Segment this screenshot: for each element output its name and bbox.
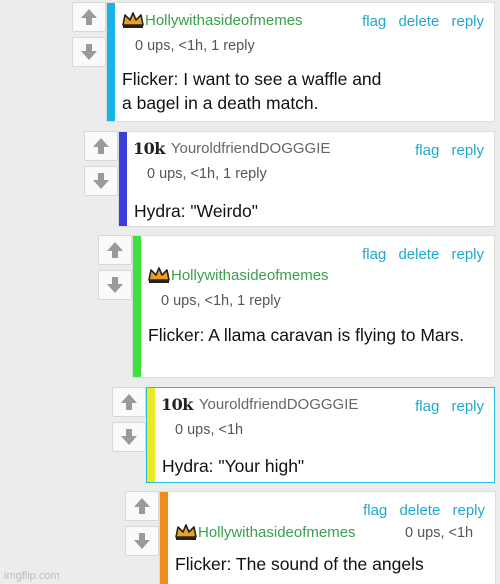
comment-meta: 0 ups, <1h, 1 reply — [135, 38, 255, 54]
downvote-button[interactable] — [125, 526, 159, 556]
comment-author[interactable]: Hollywithasideofmemes — [121, 11, 303, 29]
comment-meta: 0 ups, <1h — [175, 422, 244, 438]
delete-link[interactable]: delete — [398, 246, 439, 263]
comment-actions: flag reply — [407, 142, 484, 159]
vote-controls — [84, 131, 120, 196]
upvote-button[interactable] — [125, 491, 159, 521]
comment-author[interactable]: Hollywithasideofmemes — [147, 266, 329, 284]
down-arrow-icon — [107, 277, 123, 293]
comment-card: flag delete reply Hollywithasideofmemes … — [159, 491, 496, 584]
comment-text: Flicker: A llama caravan is flying to Ma… — [148, 325, 465, 345]
comment-author[interactable]: Hollywithasideofmemes — [174, 523, 356, 541]
watermark: imgflip.com — [4, 570, 60, 582]
comment-author[interactable]: 10k YouroldfriendDOGGGIE — [161, 395, 358, 414]
reply-link[interactable]: reply — [451, 142, 484, 159]
upvote-button[interactable] — [98, 235, 132, 265]
thread-level-bar — [133, 236, 141, 377]
thread-level-bar — [147, 388, 155, 482]
comment-card: flag reply 10k YouroldfriendDOGGGIE 0 up… — [146, 387, 495, 483]
up-arrow-icon — [81, 9, 97, 25]
crown-icon — [147, 266, 171, 284]
vote-controls — [125, 491, 161, 556]
comment-card: flag reply 10k YouroldfriendDOGGGIE 0 up… — [118, 131, 495, 227]
reply-link[interactable]: reply — [452, 502, 485, 519]
10k-badge: 10k — [133, 139, 165, 158]
down-arrow-icon — [134, 533, 150, 549]
comment-actions: flag delete reply — [354, 246, 484, 263]
comment-text: Flicker: I want to see a waffle and a ba… — [122, 69, 382, 113]
thread-level-bar — [107, 3, 115, 121]
downvote-button[interactable] — [84, 166, 118, 196]
up-arrow-icon — [93, 138, 109, 154]
comment-actions: flag delete reply — [354, 13, 484, 30]
author-name[interactable]: Hollywithasideofmemes — [171, 267, 329, 284]
flag-link[interactable]: flag — [415, 142, 439, 159]
flag-link[interactable]: flag — [415, 398, 439, 415]
comment-text: Hydra: "Your high" — [162, 456, 305, 476]
author-name[interactable]: YouroldfriendDOGGGIE — [199, 396, 359, 413]
comment-text: Flicker: The sound of the angels — [175, 554, 424, 574]
crown-icon — [121, 11, 145, 29]
up-arrow-icon — [134, 498, 150, 514]
comment-card: flag delete reply Hollywithasideofmemes … — [106, 2, 495, 122]
delete-link[interactable]: delete — [398, 13, 439, 30]
10k-badge: 10k — [161, 395, 193, 414]
comment-text: Hydra: "Weirdo" — [134, 201, 258, 221]
reply-link[interactable]: reply — [451, 13, 484, 30]
vote-controls — [72, 2, 108, 67]
upvote-button[interactable] — [112, 387, 146, 417]
comment-card: flag delete reply Hollywithasideofmemes … — [132, 235, 495, 378]
up-arrow-icon — [121, 394, 137, 410]
author-name[interactable]: Hollywithasideofmemes — [198, 524, 356, 541]
up-arrow-icon — [107, 242, 123, 258]
down-arrow-icon — [81, 44, 97, 60]
comment-author[interactable]: 10k YouroldfriendDOGGGIE — [133, 139, 330, 158]
downvote-button[interactable] — [112, 422, 146, 452]
downvote-button[interactable] — [72, 37, 106, 67]
vote-controls — [112, 387, 148, 452]
thread-level-bar — [160, 492, 168, 584]
down-arrow-icon — [121, 429, 137, 445]
reply-link[interactable]: reply — [451, 398, 484, 415]
comment-actions: flag delete reply — [355, 502, 485, 519]
delete-link[interactable]: delete — [399, 502, 440, 519]
author-name[interactable]: YouroldfriendDOGGGIE — [171, 140, 331, 157]
comment-meta: 0 ups, <1h — [405, 525, 474, 541]
upvote-button[interactable] — [72, 2, 106, 32]
comment-actions: flag reply — [407, 398, 484, 415]
comment-meta: 0 ups, <1h, 1 reply — [147, 166, 267, 182]
comment-meta: 0 ups, <1h, 1 reply — [161, 293, 281, 309]
downvote-button[interactable] — [98, 270, 132, 300]
flag-link[interactable]: flag — [362, 13, 386, 30]
upvote-button[interactable] — [84, 131, 118, 161]
vote-controls — [98, 235, 134, 300]
down-arrow-icon — [93, 173, 109, 189]
author-name[interactable]: Hollywithasideofmemes — [145, 12, 303, 29]
crown-icon — [174, 523, 198, 541]
thread-level-bar — [119, 132, 127, 226]
flag-link[interactable]: flag — [363, 502, 387, 519]
reply-link[interactable]: reply — [451, 246, 484, 263]
flag-link[interactable]: flag — [362, 246, 386, 263]
